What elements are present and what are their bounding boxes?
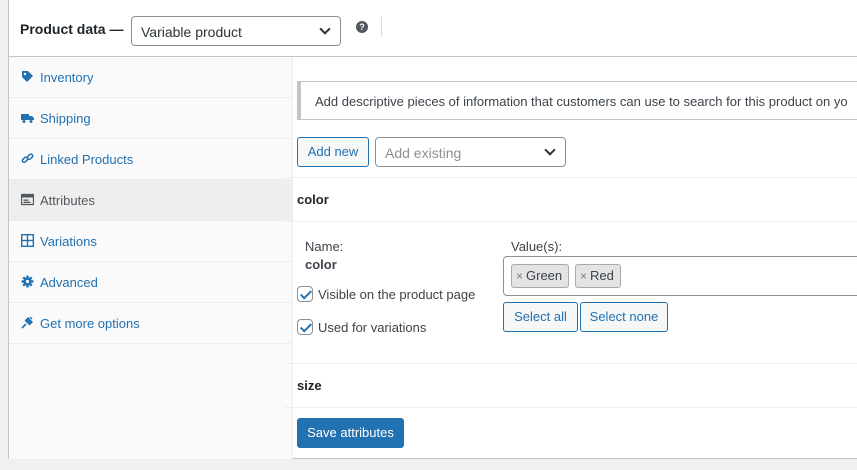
name-label: Name: — [305, 239, 344, 254]
tab-label: Shipping — [40, 111, 91, 126]
tab-get-more-options[interactable]: Get more options — [9, 303, 293, 344]
remove-value-icon[interactable]: × — [580, 269, 587, 283]
value-chip-label: Red — [590, 268, 614, 283]
value-chip-green[interactable]: × Green — [511, 264, 570, 288]
attribute-name: color — [297, 192, 329, 207]
select-all-button[interactable]: Select all — [503, 302, 578, 332]
attributes-notice: Add descriptive pieces of information th… — [297, 81, 857, 120]
inventory-icon — [22, 71, 33, 82]
remove-value-icon[interactable]: × — [516, 269, 523, 283]
variations-checkbox[interactable] — [297, 319, 313, 335]
save-attributes-button[interactable]: Save attributes — [297, 418, 404, 448]
attributes-icon — [21, 193, 34, 206]
value-chip-label: Green — [526, 268, 563, 283]
tab-attributes[interactable]: Attributes — [9, 180, 293, 221]
tab-label: Get more options — [40, 316, 140, 331]
notice-text: Add descriptive pieces of information th… — [315, 94, 848, 109]
grid-icon — [21, 234, 34, 247]
tab-linked-products[interactable]: Linked Products — [9, 139, 293, 180]
tab-label: Linked Products — [40, 152, 134, 167]
tab-advanced[interactable]: Advanced — [9, 262, 293, 303]
add-new-attribute-button[interactable]: Add new — [297, 137, 369, 167]
visible-checkbox-label[interactable]: Visible on the product page — [318, 287, 475, 302]
tab-label: Advanced — [40, 275, 98, 290]
gear-icon — [21, 275, 34, 288]
product-type-select[interactable]: Variable product — [131, 16, 341, 46]
link-icon — [21, 153, 34, 164]
chevron-down-icon — [319, 23, 331, 35]
value-chip-red[interactable]: × Red — [575, 264, 621, 288]
attribute-header-color[interactable]: color — [284, 177, 857, 221]
plugin-icon — [21, 316, 33, 329]
truck-icon — [21, 114, 34, 123]
product-data-title: Product data — — [20, 21, 124, 37]
attribute-divider — [284, 407, 857, 408]
tab-label: Variations — [40, 234, 97, 249]
attribute-header-size[interactable]: size — [284, 363, 857, 407]
tab-label: Inventory — [40, 70, 94, 85]
product-type-value: Variable product — [141, 24, 242, 40]
product-data-tabs: Inventory Shipping Linked Products Attri… — [9, 57, 293, 459]
select-none-button[interactable]: Select none — [580, 302, 668, 332]
attribute-name: size — [297, 378, 322, 393]
help-icon[interactable]: ? — [356, 21, 368, 33]
visible-checkbox[interactable] — [297, 286, 313, 302]
tab-variations[interactable]: Variations — [9, 221, 293, 262]
values-label: Value(s): — [511, 239, 563, 254]
header-divider — [381, 17, 382, 37]
add-existing-attribute-select[interactable]: Add existing — [375, 137, 566, 167]
variations-checkbox-label[interactable]: Used for variations — [318, 320, 426, 335]
tab-inventory[interactable]: Inventory — [9, 57, 293, 98]
chevron-down-icon — [544, 144, 556, 156]
attribute-values-input[interactable]: × Green × Red — [503, 256, 857, 296]
name-value: color — [305, 257, 337, 272]
add-existing-placeholder: Add existing — [385, 145, 462, 161]
tab-shipping[interactable]: Shipping — [9, 98, 293, 139]
tab-label: Attributes — [40, 193, 95, 208]
product-data-header: Product data — Variable product ? — [9, 0, 857, 57]
